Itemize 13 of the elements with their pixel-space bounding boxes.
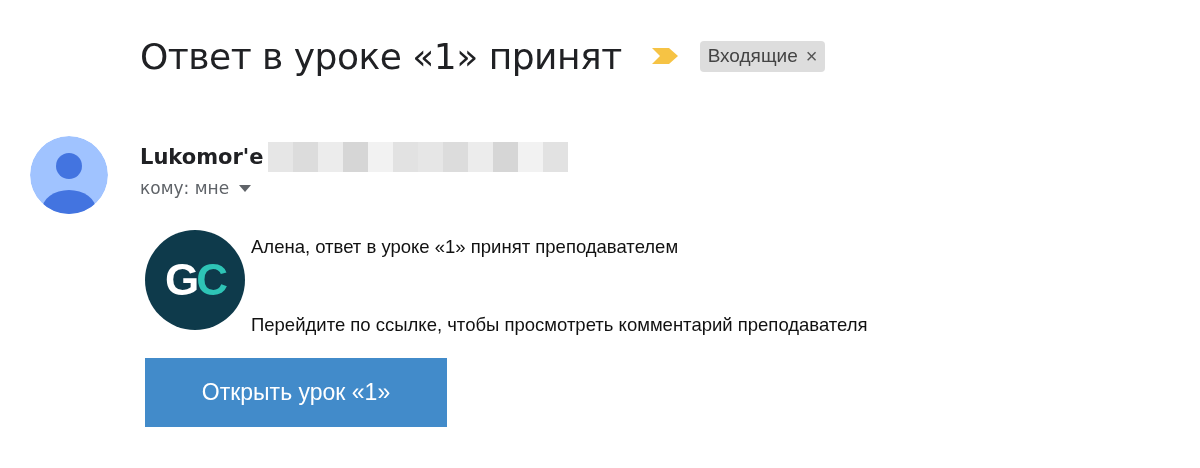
label-chip[interactable]: Входящие × <box>699 40 826 72</box>
dropdown-caret-icon <box>239 184 252 192</box>
sender-name: Lukomor'e <box>140 145 264 169</box>
recipient-toggle[interactable]: кому: мне <box>140 178 568 198</box>
importance-marker-icon[interactable] <box>651 48 678 64</box>
message-text: Алена, ответ в уроке «1» принят преподавателем <box>251 236 680 258</box>
open-lesson-button[interactable]: Открыть урок «1» <box>145 358 447 427</box>
email-subject: Ответ в уроке «1» принят <box>140 35 622 77</box>
message-text: Перейдите по ссылке, чтобы просмотреть комментарий преподавателя <box>251 314 868 336</box>
remove-label-button[interactable]: × <box>805 44 818 68</box>
avatar-icon <box>30 136 108 214</box>
label-text: Входящие <box>707 45 798 67</box>
logo: GC <box>145 230 245 330</box>
